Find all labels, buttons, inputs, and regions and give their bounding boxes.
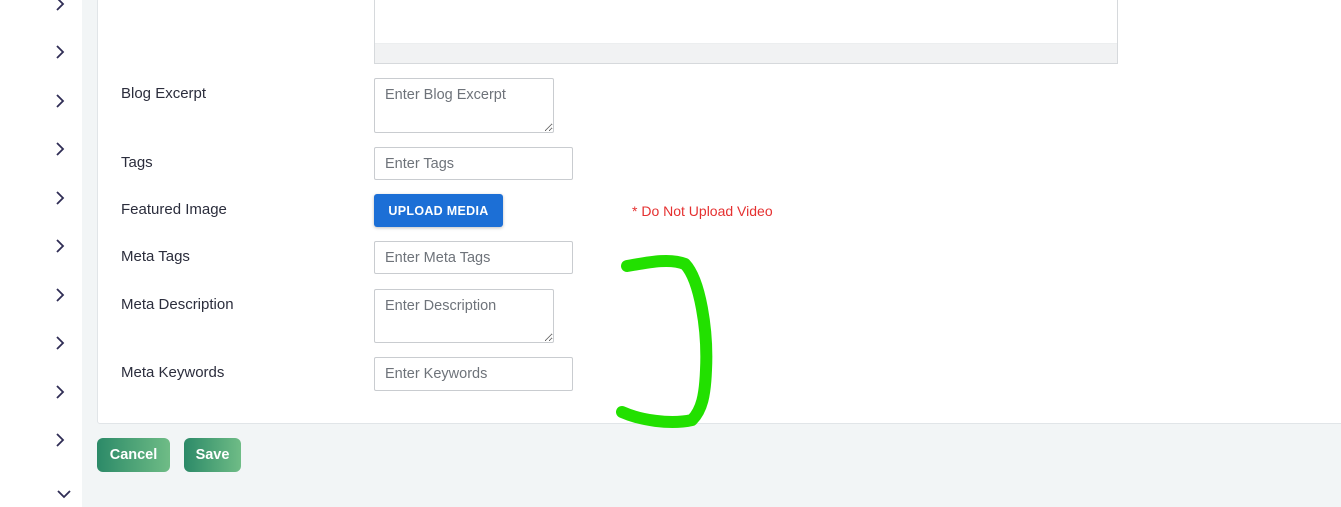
tags-input[interactable] <box>374 147 573 180</box>
sidebar-item-chevron-right-icon[interactable] <box>52 93 68 109</box>
upload-media-button[interactable]: UPLOAD MEDIA <box>374 194 503 227</box>
meta-description-label: Meta Description <box>121 296 234 313</box>
cancel-button[interactable]: Cancel <box>97 438 170 472</box>
blog-excerpt-label: Blog Excerpt <box>121 85 207 102</box>
meta-tags-input[interactable] <box>374 241 573 274</box>
sidebar-item-chevron-right-icon[interactable] <box>52 287 68 303</box>
meta-keywords-label: Meta Keywords <box>121 364 225 381</box>
sidebar-item-chevron-right-icon[interactable] <box>52 432 68 448</box>
sidebar-item-chevron-right-icon[interactable] <box>52 44 68 60</box>
blog-excerpt-input[interactable] <box>374 78 554 133</box>
sidebar-item-chevron-right-icon[interactable] <box>52 238 68 254</box>
sidebar-item-chevron-right-icon[interactable] <box>52 0 68 12</box>
sidebar-item-chevron-right-icon[interactable] <box>52 190 68 206</box>
tags-label: Tags <box>121 154 153 171</box>
sidebar-item-chevron-right-icon[interactable] <box>52 384 68 400</box>
meta-tags-label: Meta Tags <box>121 248 190 265</box>
save-button[interactable]: Save <box>184 438 241 472</box>
sidebar-item-chevron-right-icon[interactable] <box>52 335 68 351</box>
sidebar <box>0 0 82 507</box>
sidebar-item-chevron-right-icon[interactable] <box>52 141 68 157</box>
content-editor[interactable] <box>374 0 1118 64</box>
featured-image-label: Featured Image <box>121 201 227 218</box>
meta-description-input[interactable] <box>374 289 554 343</box>
sidebar-item-chevron-down-icon[interactable] <box>56 486 72 502</box>
editor-status-bar <box>375 43 1117 63</box>
upload-warning-text: * Do Not Upload Video <box>632 203 773 219</box>
meta-keywords-input[interactable] <box>374 357 573 391</box>
